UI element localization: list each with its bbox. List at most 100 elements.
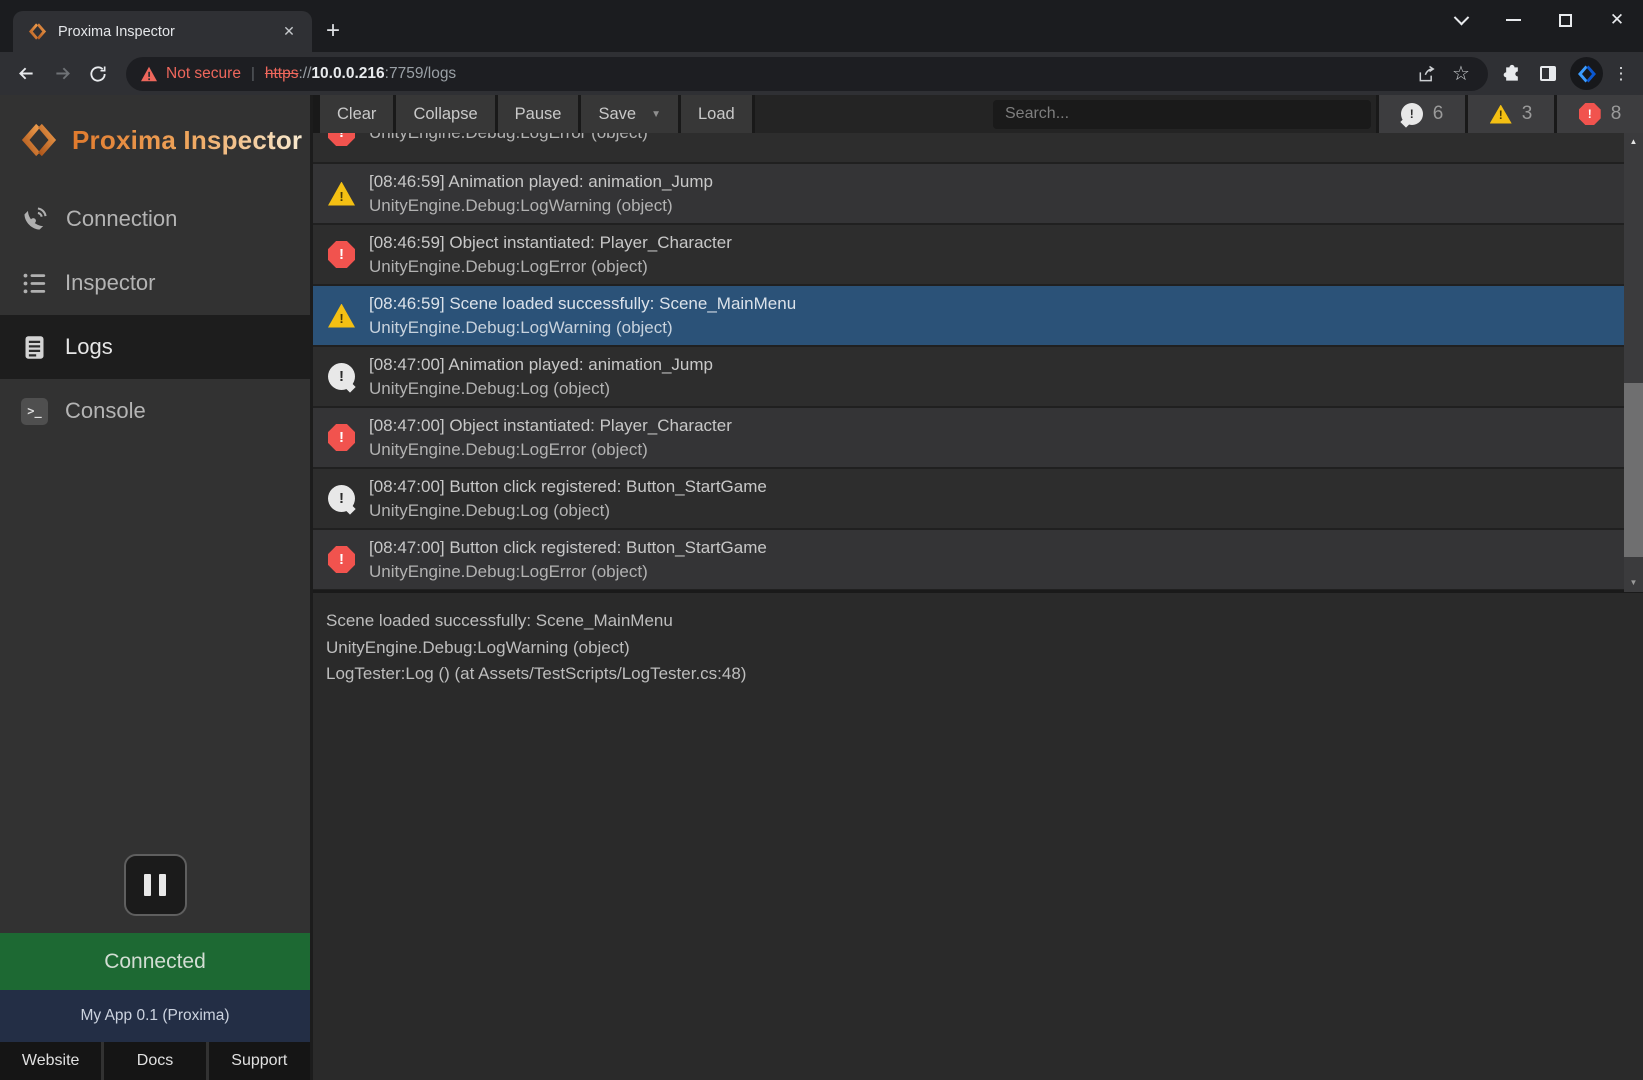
browser-menu-icon[interactable]: ⋮ bbox=[1607, 64, 1635, 84]
side-panel-icon[interactable] bbox=[1530, 56, 1566, 92]
log-message: [08:46:59] Object instantiated: Player_C… bbox=[369, 231, 732, 255]
website-link[interactable]: Website bbox=[0, 1042, 101, 1080]
reload-button[interactable] bbox=[80, 56, 116, 92]
log-row[interactable]: ![08:47:00] Button click registered: But… bbox=[313, 469, 1643, 530]
log-stacktrace: UnityEngine.Debug:LogWarning (object) bbox=[369, 194, 713, 218]
log-message: [08:47:00] Animation played: animation_J… bbox=[369, 353, 713, 377]
docs-link[interactable]: Docs bbox=[104, 1042, 205, 1080]
error-count-filter[interactable]: ! 8 bbox=[1557, 95, 1643, 133]
scrollbar-thumb[interactable] bbox=[1624, 383, 1643, 557]
detail-line: UnityEngine.Debug:LogWarning (object) bbox=[326, 635, 1643, 662]
load-button[interactable]: Load bbox=[681, 95, 752, 133]
log-row-text: [08:47:00] Button click registered: Butt… bbox=[369, 475, 767, 523]
connection-status-badge: Connected bbox=[0, 933, 310, 990]
sidebar-item-label: Inspector bbox=[65, 270, 156, 296]
new-tab-button[interactable]: + bbox=[318, 16, 348, 46]
window-controls: ✕ bbox=[1435, 0, 1643, 40]
warning-count: 3 bbox=[1522, 103, 1533, 125]
log-message: [08:47:00] Object instantiated: Player_C… bbox=[369, 414, 732, 438]
log-list: !UnityEngine.Debug:LogError (object)![08… bbox=[313, 133, 1643, 590]
address-bar: Not secure | https://10.0.0.216:7759/log… bbox=[0, 52, 1643, 95]
search-input[interactable] bbox=[993, 100, 1371, 129]
brand-title: Proxima Inspector bbox=[72, 125, 302, 156]
maximize-button[interactable] bbox=[1539, 0, 1591, 40]
log-row-text: [08:47:00] Object instantiated: Player_C… bbox=[369, 414, 732, 462]
info-icon: ! bbox=[328, 363, 355, 390]
sidebar-item-logs[interactable]: Logs bbox=[0, 315, 310, 379]
sidebar-footer: Website Docs Support bbox=[0, 1042, 310, 1080]
log-row[interactable]: ! [08:47:00] Animation played: animation_… bbox=[313, 347, 1643, 408]
scroll-down-arrow-icon[interactable]: ▼ bbox=[1624, 574, 1643, 590]
log-message: [08:47:00] Button click registered: Butt… bbox=[369, 475, 767, 499]
log-row-text: [08:46:59] Animation played: animation_J… bbox=[369, 170, 713, 218]
tab-close-icon[interactable]: ✕ bbox=[278, 21, 300, 43]
minimize-button[interactable] bbox=[1487, 0, 1539, 40]
proxima-favicon-icon bbox=[28, 22, 47, 41]
app-name-bar: My App 0.1 (Proxima) bbox=[0, 990, 310, 1042]
error-count: 8 bbox=[1611, 103, 1622, 125]
list-icon bbox=[21, 270, 48, 297]
scroll-up-arrow-icon[interactable]: ▲ bbox=[1624, 133, 1643, 149]
log-stacktrace: UnityEngine.Debug:LogError (object) bbox=[369, 255, 732, 279]
browser-tab-strip: Proxima Inspector ✕ + ✕ bbox=[0, 0, 1643, 52]
extensions-puzzle-icon[interactable] bbox=[1494, 56, 1530, 92]
support-link[interactable]: Support bbox=[209, 1042, 310, 1080]
log-stacktrace: UnityEngine.Debug:LogWarning (object) bbox=[369, 316, 796, 340]
browser-tab[interactable]: Proxima Inspector ✕ bbox=[13, 11, 312, 52]
info-icon: ! bbox=[1401, 103, 1423, 125]
log-message: [08:47:00] Button click registered: Butt… bbox=[369, 536, 767, 560]
save-dropdown-caret-icon[interactable]: ▼ bbox=[651, 109, 661, 120]
pause-button[interactable]: Pause bbox=[498, 95, 579, 133]
detail-line: Scene loaded successfully: Scene_MainMen… bbox=[326, 608, 1643, 635]
error-icon: ! bbox=[328, 241, 355, 268]
log-scrollbar[interactable]: ▲ ▼ bbox=[1624, 133, 1643, 592]
profile-avatar[interactable] bbox=[1570, 57, 1603, 90]
collapse-button[interactable]: Collapse bbox=[396, 95, 494, 133]
log-row-text: [08:47:00] Animation played: animation_J… bbox=[369, 353, 713, 401]
log-stacktrace: UnityEngine.Debug:LogError (object) bbox=[369, 133, 648, 145]
warning-icon: ! bbox=[1490, 105, 1512, 124]
sidebar-item-console[interactable]: >_ Console bbox=[0, 379, 310, 443]
not-secure-label: Not secure bbox=[166, 65, 241, 83]
log-stacktrace: UnityEngine.Debug:Log (object) bbox=[369, 377, 713, 401]
terminal-icon: >_ bbox=[21, 398, 48, 425]
log-row[interactable]: ![08:47:00] Object instantiated: Player_… bbox=[313, 408, 1643, 469]
log-row[interactable]: !UnityEngine.Debug:LogError (object) bbox=[313, 133, 1643, 164]
logs-toolbar: Clear Collapse Pause Save ▼ Load ! 6 ! 3… bbox=[313, 95, 1643, 133]
log-row[interactable]: ! [08:46:59] Object instantiated: Player_… bbox=[313, 225, 1643, 286]
log-row[interactable]: ! [08:47:00] Button click registered: But… bbox=[313, 530, 1643, 590]
pause-stream-button[interactable] bbox=[124, 854, 187, 916]
log-row-text: [08:46:59] Object instantiated: Player_C… bbox=[369, 231, 732, 279]
brand: Proxima Inspector bbox=[0, 95, 310, 159]
log-message: [08:46:59] Animation played: animation_J… bbox=[369, 170, 713, 194]
log-row[interactable]: ![08:46:59] Animation played: animation_… bbox=[313, 164, 1643, 225]
proxima-logo-icon bbox=[20, 121, 58, 159]
sidebar-item-inspector[interactable]: Inspector bbox=[0, 251, 310, 315]
save-button[interactable]: Save ▼ bbox=[581, 95, 678, 133]
share-icon[interactable] bbox=[1410, 59, 1444, 89]
sidebar-item-connection[interactable]: Connection bbox=[0, 187, 310, 251]
url-text: https://10.0.0.216:7759/logs bbox=[265, 65, 456, 83]
detail-line: LogTester:Log () (at Assets/TestScripts/… bbox=[326, 661, 1643, 688]
warning-count-filter[interactable]: ! 3 bbox=[1468, 95, 1554, 133]
log-stacktrace: UnityEngine.Debug:Log (object) bbox=[369, 499, 767, 523]
log-stacktrace: UnityEngine.Debug:LogError (object) bbox=[369, 438, 732, 462]
close-window-button[interactable]: ✕ bbox=[1591, 0, 1643, 40]
search-zone bbox=[755, 95, 1376, 133]
sidebar: Proxima Inspector Connection Inspector bbox=[0, 95, 313, 1080]
back-button[interactable] bbox=[8, 56, 44, 92]
info-count-filter[interactable]: ! 6 bbox=[1379, 95, 1465, 133]
logs-panel: Clear Collapse Pause Save ▼ Load ! 6 ! 3… bbox=[313, 95, 1643, 1080]
log-row[interactable]: ![08:46:59] Scene loaded successfully: S… bbox=[313, 286, 1643, 347]
clear-button[interactable]: Clear bbox=[320, 95, 393, 133]
bookmark-star-icon[interactable]: ☆ bbox=[1444, 59, 1478, 89]
sidebar-nav: Connection Inspector Logs >_ bbox=[0, 187, 310, 443]
error-icon: ! bbox=[1579, 103, 1601, 125]
log-stacktrace: UnityEngine.Debug:LogError (object) bbox=[369, 560, 767, 584]
tab-title: Proxima Inspector bbox=[58, 24, 278, 40]
error-icon: ! bbox=[328, 546, 355, 573]
tab-search-chevron-icon[interactable] bbox=[1435, 0, 1487, 40]
forward-button[interactable] bbox=[44, 56, 80, 92]
info-count: 6 bbox=[1433, 103, 1444, 125]
omnibox[interactable]: Not secure | https://10.0.0.216:7759/log… bbox=[126, 57, 1488, 91]
